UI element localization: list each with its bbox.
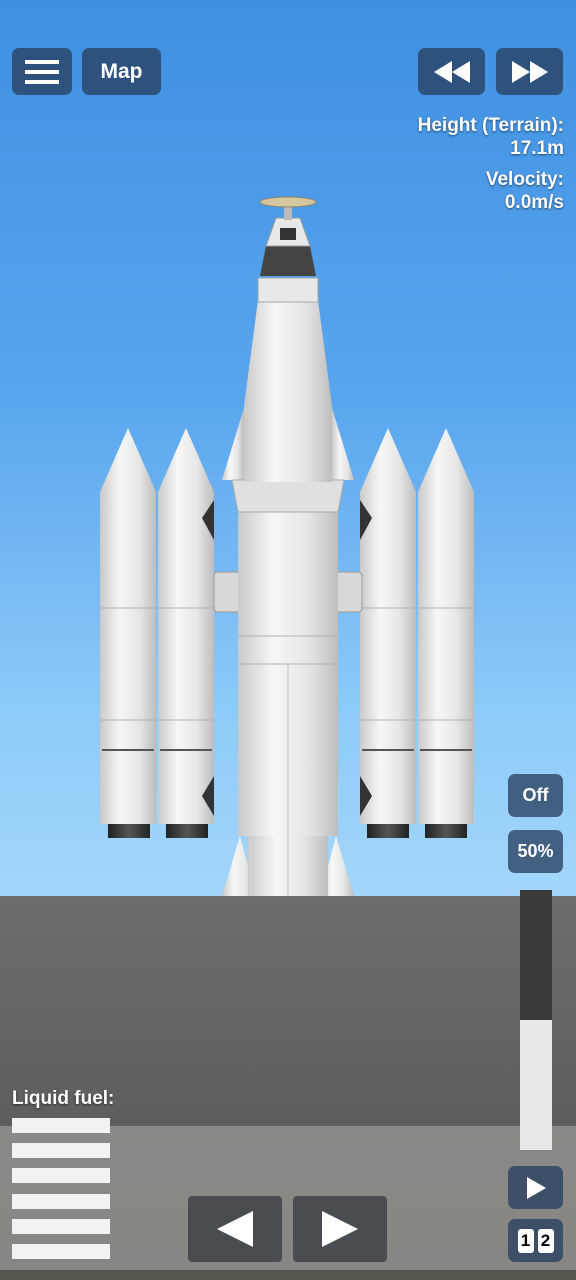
play-icon bbox=[526, 1176, 546, 1199]
fuel-bar bbox=[12, 1219, 110, 1234]
booster-right-inner bbox=[360, 428, 416, 838]
velocity-readout: Velocity: 0.0m/s bbox=[486, 168, 564, 214]
stage-selector-button[interactable]: 1 2 bbox=[508, 1219, 563, 1262]
menu-button[interactable] bbox=[12, 48, 72, 95]
fuel-bar bbox=[12, 1244, 110, 1259]
height-readout: Height (Terrain): 17.1m bbox=[418, 114, 564, 160]
fast-forward-icon bbox=[511, 60, 548, 83]
fast-forward-button[interactable] bbox=[496, 48, 563, 95]
height-value: 17.1m bbox=[510, 138, 564, 159]
stage-digit-2: 2 bbox=[537, 1228, 554, 1253]
throttle-percent-button[interactable]: 50% bbox=[508, 830, 563, 873]
booster-left-outer bbox=[100, 428, 156, 838]
stage-digit-1: 1 bbox=[517, 1228, 534, 1253]
throttle-percent-label: 50% bbox=[517, 841, 554, 861]
fuel-bar bbox=[12, 1168, 110, 1183]
rewind-icon bbox=[433, 60, 470, 83]
velocity-label: Velocity: bbox=[485, 169, 564, 190]
throttle-off-label: Off bbox=[522, 785, 549, 805]
map-button[interactable]: Map bbox=[82, 48, 161, 95]
height-label: Height (Terrain): bbox=[417, 115, 564, 136]
rotate-right-button[interactable] bbox=[293, 1196, 387, 1262]
stage-play-button[interactable] bbox=[508, 1166, 563, 1209]
fuel-bar bbox=[12, 1143, 110, 1158]
map-button-label: Map bbox=[100, 59, 143, 83]
booster-right-outer bbox=[418, 428, 474, 838]
throttle-slider[interactable] bbox=[520, 890, 552, 1150]
velocity-value: 0.0m/s bbox=[504, 192, 564, 213]
left-arrow-icon bbox=[217, 1211, 253, 1247]
core-stage bbox=[222, 196, 354, 896]
throttle-off-button[interactable]: Off bbox=[508, 774, 563, 817]
rotate-left-button[interactable] bbox=[188, 1196, 282, 1262]
booster-left-inner bbox=[158, 428, 214, 838]
ground-edge bbox=[0, 1270, 576, 1280]
fuel-bar bbox=[12, 1118, 110, 1133]
fuel-bar bbox=[12, 1194, 110, 1209]
rewind-button[interactable] bbox=[418, 48, 485, 95]
right-arrow-icon bbox=[322, 1211, 358, 1247]
liquid-fuel-label: Liquid fuel: bbox=[12, 1088, 115, 1109]
throttle-slider-fill bbox=[520, 1020, 552, 1150]
hamburger-menu-icon bbox=[25, 59, 59, 84]
